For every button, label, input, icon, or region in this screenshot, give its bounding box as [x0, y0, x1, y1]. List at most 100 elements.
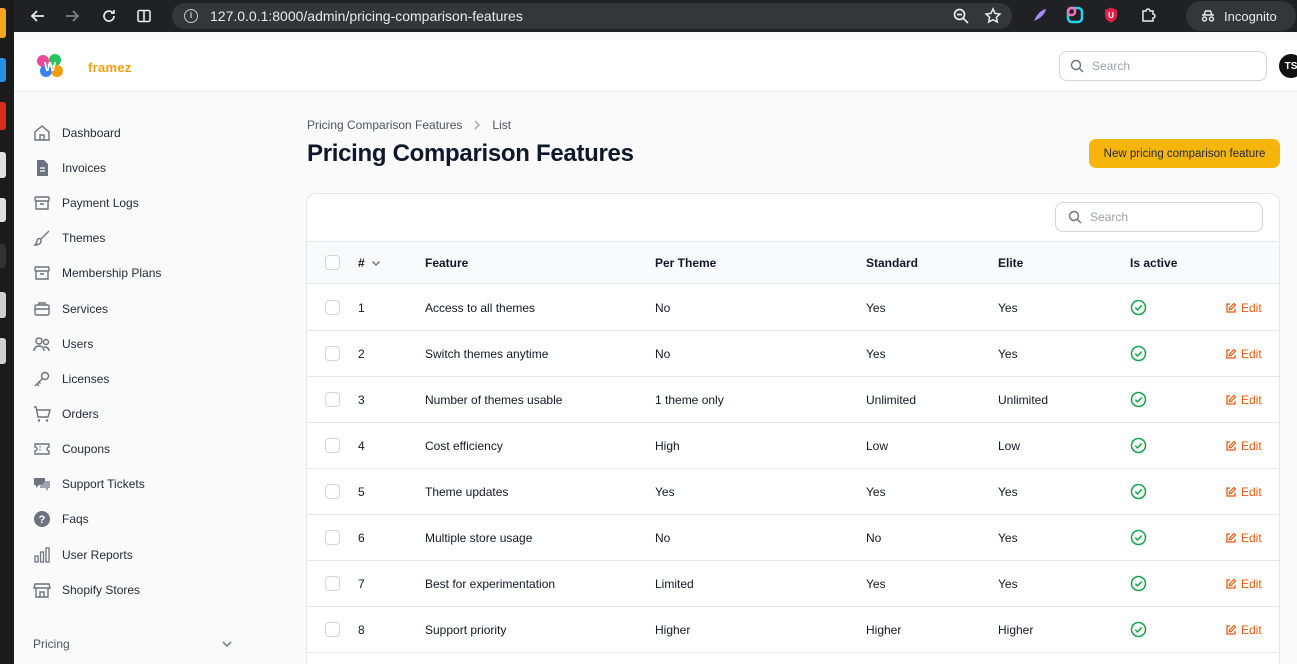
cell-per-theme: No — [655, 300, 671, 315]
global-search[interactable] — [1059, 51, 1267, 81]
row-checkbox[interactable] — [325, 484, 340, 499]
cell-is-active — [1130, 515, 1147, 560]
select-all-checkbox[interactable] — [325, 255, 340, 270]
brand-name[interactable]: framez — [88, 60, 132, 75]
feather-extension-icon[interactable] — [1031, 6, 1049, 24]
pencil-square-icon — [1226, 532, 1237, 543]
sidebar-item-label: Orders — [62, 407, 99, 421]
pencil-square-icon — [1226, 348, 1237, 359]
chevron-down-icon[interactable] — [221, 638, 233, 650]
sidebar-group-pricing[interactable]: Pricing — [33, 637, 233, 651]
sidebar-item-shopify-stores[interactable]: Shopify Stores — [32, 578, 140, 602]
cell-feature: Multiple store usage — [425, 530, 533, 545]
forward-arrow-icon[interactable] — [58, 2, 86, 30]
dock-app-icon[interactable] — [0, 198, 6, 222]
cell-feature: Number of themes usable — [425, 392, 563, 407]
row-checkbox[interactable] — [325, 576, 340, 591]
cart-icon — [34, 406, 51, 422]
row-checkbox[interactable] — [325, 346, 340, 361]
url-text[interactable]: 127.0.0.1:8000/admin/pricing-comparison-… — [210, 8, 523, 24]
incognito-indicator[interactable]: Incognito — [1186, 1, 1296, 31]
row-checkbox[interactable] — [325, 622, 340, 637]
shield-extension-icon[interactable]: U — [1102, 6, 1120, 24]
back-arrow-icon[interactable] — [24, 2, 52, 30]
row-checkbox[interactable] — [325, 392, 340, 407]
edit-button[interactable]: Edit — [1225, 377, 1262, 422]
breadcrumb-link[interactable]: Pricing Comparison Features — [307, 118, 462, 132]
sidebar-item-label: Licenses — [62, 372, 110, 386]
zoom-icon[interactable] — [952, 7, 970, 25]
cell-per-theme: Limited — [655, 576, 694, 591]
edit-button[interactable]: Edit — [1225, 607, 1262, 652]
table-row[interactable]: 6 Multiple store usage No No Yes Edit — [307, 515, 1279, 561]
cell-id: 6 — [358, 530, 365, 545]
sidebar-item-user-reports[interactable]: User Reports — [32, 543, 133, 567]
edit-button[interactable]: Edit — [1225, 515, 1262, 560]
address-bar[interactable]: i 127.0.0.1:8000/admin/pricing-compariso… — [172, 3, 1012, 29]
dock-app-icon[interactable] — [0, 244, 6, 268]
puzzle-extensions-icon[interactable] — [1139, 6, 1157, 24]
sidebar-item-services[interactable]: Services — [32, 297, 108, 321]
row-checkbox[interactable] — [325, 438, 340, 453]
sidebar-item-orders[interactable]: Orders — [32, 402, 99, 426]
edit-label: Edit — [1241, 576, 1262, 591]
table-row[interactable]: 3 Number of themes usable 1 theme only Unli… — [307, 377, 1279, 423]
sidebar-item-users[interactable]: Users — [32, 332, 93, 356]
sidebar-item-membership-plans[interactable]: Membership Plans — [32, 261, 161, 285]
sidebar-item-licenses[interactable]: Licenses — [32, 367, 109, 391]
edit-button[interactable]: Edit — [1225, 423, 1262, 468]
user-avatar[interactable]: TS — [1279, 54, 1297, 78]
edit-button[interactable]: Edit — [1225, 469, 1262, 514]
edit-label: Edit — [1241, 346, 1262, 361]
cell-id: 2 — [358, 346, 365, 361]
row-checkbox[interactable] — [325, 530, 340, 545]
framez-logo-icon[interactable]: W — [36, 53, 64, 79]
new-pricing-comparison-feature-button[interactable]: New pricing comparison feature — [1089, 139, 1280, 168]
cell-feature: Cost efficiency — [425, 438, 503, 453]
sidebar-item-faqs[interactable]: ? Faqs — [32, 507, 89, 531]
sidebar-item-invoices[interactable]: Invoices — [32, 156, 106, 180]
table-row[interactable]: 1 Access to all themes No Yes Yes Edit — [307, 285, 1279, 331]
sidebar-item-dashboard[interactable]: Dashboard — [32, 121, 121, 145]
table-search[interactable] — [1055, 202, 1263, 232]
reload-icon[interactable] — [95, 2, 123, 30]
dock-app-icon[interactable] — [0, 8, 6, 38]
chevron-right-icon — [474, 120, 481, 130]
split-view-icon[interactable] — [130, 2, 158, 30]
edit-button[interactable]: Edit — [1225, 285, 1262, 330]
browser-toolbar: i 127.0.0.1:8000/admin/pricing-compariso… — [14, 0, 1297, 32]
search-icon — [1070, 59, 1084, 73]
sidebar-item-coupons[interactable]: Coupons — [32, 437, 110, 461]
dock-app-icon[interactable] — [0, 58, 6, 82]
table-row[interactable]: 5 Theme updates Yes Yes Yes Edit — [307, 469, 1279, 515]
table-row[interactable]: 7 Best for experimentation Limited Yes Yes Ed… — [307, 561, 1279, 607]
sidebar-item-themes[interactable]: Themes — [32, 226, 105, 250]
color-picker-extension-icon[interactable] — [1066, 6, 1084, 24]
dock-app-icon[interactable] — [0, 102, 6, 130]
dock-app-icon[interactable] — [0, 152, 6, 178]
edit-button[interactable]: Edit — [1225, 331, 1262, 376]
sidebar-item-label: Faqs — [62, 512, 89, 526]
dock-app-icon[interactable] — [0, 292, 6, 318]
edit-button[interactable]: Edit — [1225, 561, 1262, 606]
bookmark-star-icon[interactable] — [984, 7, 1002, 25]
pencil-square-icon — [1226, 394, 1237, 405]
table-header: # Feature Per Theme Standard Elite Is ac… — [307, 241, 1279, 284]
table-row[interactable]: 8 Support priority Higher Higher Higher Edit — [307, 607, 1279, 653]
sidebar-item-support-tickets[interactable]: Support Tickets — [32, 472, 145, 496]
sidebar-item-payment-logs[interactable]: Payment Logs — [32, 191, 139, 215]
global-search-input[interactable] — [1092, 59, 1242, 73]
cell-elite: Yes — [998, 300, 1018, 315]
dock-app-icon[interactable] — [0, 338, 6, 364]
row-checkbox[interactable] — [325, 300, 340, 315]
table-card: # Feature Per Theme Standard Elite Is ac… — [306, 193, 1280, 664]
sort-chevron-down-icon[interactable] — [371, 258, 381, 268]
edit-label: Edit — [1241, 392, 1262, 407]
table-row[interactable]: 4 Cost efficiency High Low Low Edit — [307, 423, 1279, 469]
site-info-icon[interactable]: i — [184, 9, 198, 23]
table-row[interactable]: 2 Switch themes anytime No Yes Yes Edit — [307, 331, 1279, 377]
column-header-id[interactable]: # — [358, 242, 381, 283]
sidebar-item-label: User Reports — [62, 548, 133, 562]
table-search-input[interactable] — [1090, 210, 1240, 224]
breadcrumb-current: List — [492, 118, 512, 132]
